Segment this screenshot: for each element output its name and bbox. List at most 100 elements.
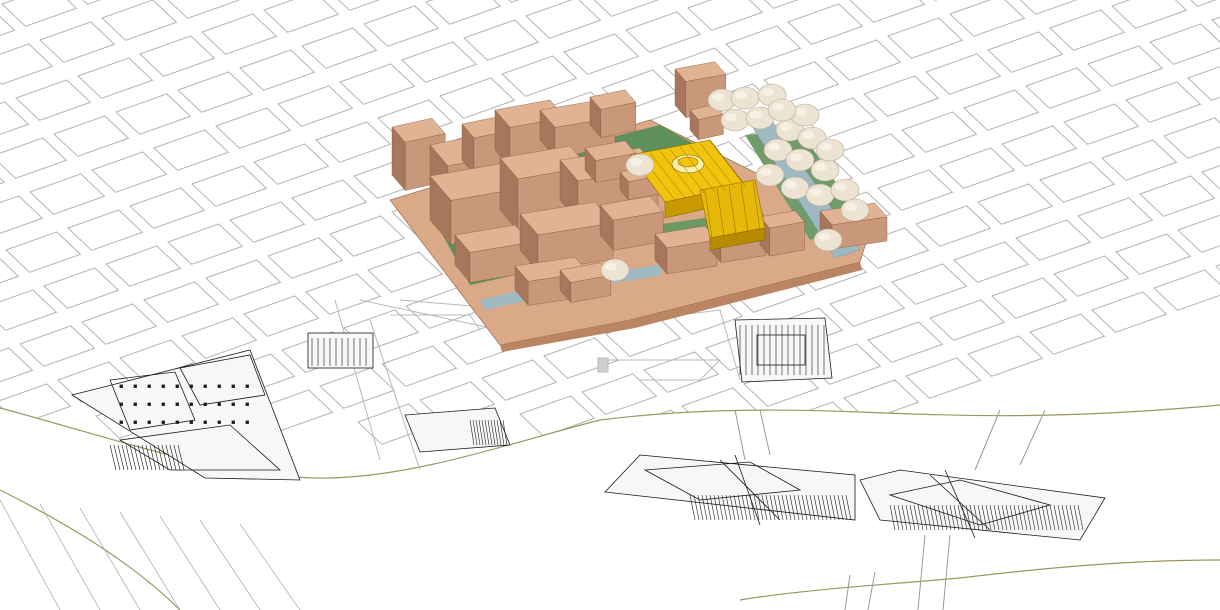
street-block: [925, 53, 1002, 95]
tree: [720, 108, 750, 132]
street-block: [481, 359, 558, 401]
street-block: [5, 231, 82, 273]
street-block: [43, 267, 120, 309]
street-block: [215, 107, 292, 149]
street-block: [401, 41, 478, 83]
tree: [815, 138, 845, 162]
street-block: [525, 0, 602, 39]
street-block: [839, 133, 916, 175]
street-block: [1111, 0, 1188, 29]
street-block: [687, 0, 764, 31]
street-block: [201, 13, 278, 55]
street-block: [625, 11, 702, 53]
street-block: [863, 75, 940, 117]
street-block: [81, 303, 158, 345]
street-block: [1029, 313, 1106, 355]
street-block: [301, 27, 378, 69]
street-block: [337, 0, 381, 11]
street-block: [1077, 197, 1154, 239]
street-block: [1201, 165, 1220, 190]
street-block: [101, 0, 178, 41]
street-block: [167, 0, 240, 19]
street-block: [243, 295, 320, 337]
tree: [600, 258, 630, 282]
street-block: [239, 49, 316, 91]
street-block: [764, 0, 799, 9]
street-block: [0, 289, 58, 331]
tree: [625, 153, 655, 177]
street-block: [0, 258, 20, 284]
street-block: [1053, 255, 1130, 297]
street-block: [0, 43, 54, 85]
street-block: [829, 285, 906, 327]
street-block: [1115, 233, 1192, 275]
street-block: [905, 357, 982, 399]
street-block: [929, 299, 1006, 341]
street-block: [1153, 269, 1220, 311]
tree: [810, 158, 840, 182]
building-block: [759, 210, 805, 257]
street-block: [0, 195, 44, 234]
street-block: [0, 347, 34, 383]
street-block: [977, 183, 1054, 225]
street-block: [167, 223, 244, 265]
tree: [785, 148, 815, 172]
street-block: [263, 0, 340, 33]
street-block: [1001, 125, 1078, 167]
street-block: [191, 165, 268, 207]
building-block: [589, 89, 637, 139]
street-block: [1125, 81, 1202, 123]
street-block: [305, 273, 382, 315]
street-block: [67, 209, 144, 251]
street-block: [1063, 103, 1140, 145]
street-block: [1139, 175, 1216, 217]
street-block: [277, 85, 354, 127]
street-block: [463, 19, 540, 61]
street-block: [867, 321, 944, 363]
viewport[interactable]: [0, 0, 1220, 610]
street-block: [143, 281, 220, 323]
street-block: [1177, 214, 1220, 253]
street-block: [115, 93, 192, 135]
street-block: [0, 101, 30, 135]
street-block: [315, 121, 392, 163]
street-block: [877, 169, 954, 211]
street-block: [915, 205, 992, 247]
street-block: [319, 367, 396, 409]
street-block: [77, 57, 154, 99]
street-block: [887, 17, 964, 59]
street-block: [508, 0, 520, 3]
street-block: [229, 201, 306, 243]
street-block: [129, 187, 206, 229]
street-block: [15, 79, 92, 121]
street-block: [991, 277, 1068, 319]
street-block: [29, 173, 106, 215]
street-block: [1, 0, 78, 27]
street-block: [725, 25, 802, 67]
tree: [767, 98, 797, 122]
street-block: [105, 245, 182, 287]
street-block: [963, 89, 1040, 131]
building-block: [654, 225, 718, 275]
street-block: [91, 151, 168, 193]
street-block: [153, 129, 230, 171]
street-block: [891, 263, 968, 305]
street-block: [787, 3, 864, 45]
street-block: [987, 31, 1064, 73]
tree: [805, 183, 835, 207]
scene-canvas[interactable]: [0, 0, 1220, 610]
street-block: [267, 237, 344, 279]
floor-plan-center: [404, 407, 511, 453]
street-block: [1025, 67, 1102, 109]
street-block: [501, 55, 578, 97]
tree: [813, 228, 843, 252]
street-block: [82, 0, 102, 5]
street-block: [939, 147, 1016, 189]
street-block: [967, 335, 1044, 377]
street-block: [949, 0, 1026, 37]
tree: [730, 86, 760, 110]
street-block: [1087, 45, 1164, 87]
street-block: [1163, 117, 1220, 159]
street-block: [363, 5, 440, 47]
street-block: [19, 325, 96, 367]
